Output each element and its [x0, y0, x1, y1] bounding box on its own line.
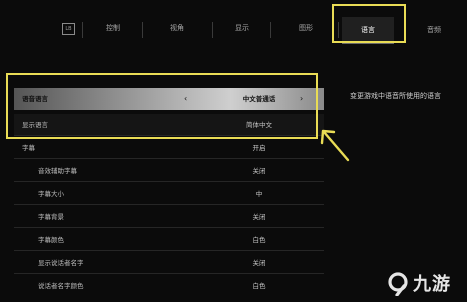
setting-label: 说话者名字颜色: [38, 282, 84, 290]
row-divider: [14, 250, 324, 251]
row-divider: [14, 181, 324, 182]
setting-value: 开启: [252, 144, 266, 152]
setting-value: 中: [255, 190, 263, 198]
setting-row-show-speaker-name[interactable]: 显示说话者名字 关闭: [14, 252, 324, 274]
setting-label: 字幕大小: [38, 190, 64, 198]
setting-description: 变更游戏中语音所使用的语言: [350, 92, 441, 100]
language-rows-highlight-box: [6, 73, 318, 139]
row-divider: [14, 227, 324, 228]
setting-row-subtitle-background[interactable]: 字幕背景 关闭: [14, 206, 324, 228]
setting-label: 字幕背景: [38, 213, 64, 221]
setting-value: 关闭: [252, 167, 266, 175]
tab-camera[interactable]: 视角: [160, 21, 194, 35]
setting-row-subtitle-color[interactable]: 字幕颜色 白色: [14, 229, 324, 251]
setting-row-subtitle-size[interactable]: 字幕大小 中: [14, 183, 324, 205]
setting-value: 白色: [252, 282, 266, 290]
setting-row-sound-subtitles[interactable]: 音效辅助字幕 关闭: [14, 160, 324, 182]
top-tab-bar: LB 控制 视角 显示 图形 语言 音频: [0, 0, 467, 56]
nine-game-logo-icon: [388, 272, 408, 296]
tab-graphics[interactable]: 图形: [285, 21, 327, 35]
setting-label: 音效辅助字幕: [38, 167, 77, 175]
setting-value: 关闭: [252, 259, 266, 267]
lb-bumper-icon[interactable]: LB: [62, 23, 75, 35]
setting-label: 显示说话者名字: [38, 259, 84, 267]
tab-display[interactable]: 显示: [227, 21, 257, 35]
setting-label: 字幕: [22, 144, 35, 152]
tab-separator: [270, 22, 271, 38]
watermark-logo: 九游: [385, 268, 463, 298]
tab-separator: [82, 22, 83, 38]
setting-label: 字幕颜色: [38, 236, 64, 244]
setting-row-speaker-name-color[interactable]: 说话者名字颜色 白色: [14, 275, 324, 297]
tab-controls[interactable]: 控制: [98, 21, 128, 35]
row-divider: [14, 204, 324, 205]
row-divider: [14, 158, 324, 159]
tab-separator: [142, 22, 143, 38]
watermark-text: 九游: [413, 274, 451, 295]
tab-audio[interactable]: 音频: [418, 23, 450, 37]
setting-row-subtitles[interactable]: 字幕 开启: [14, 137, 324, 159]
pointer-arrow-icon: [320, 129, 350, 162]
row-divider: [14, 273, 324, 274]
tab-separator: [212, 22, 213, 38]
setting-value: 关闭: [252, 213, 266, 221]
language-tab-highlight-box: [332, 4, 406, 43]
setting-value: 白色: [252, 236, 266, 244]
